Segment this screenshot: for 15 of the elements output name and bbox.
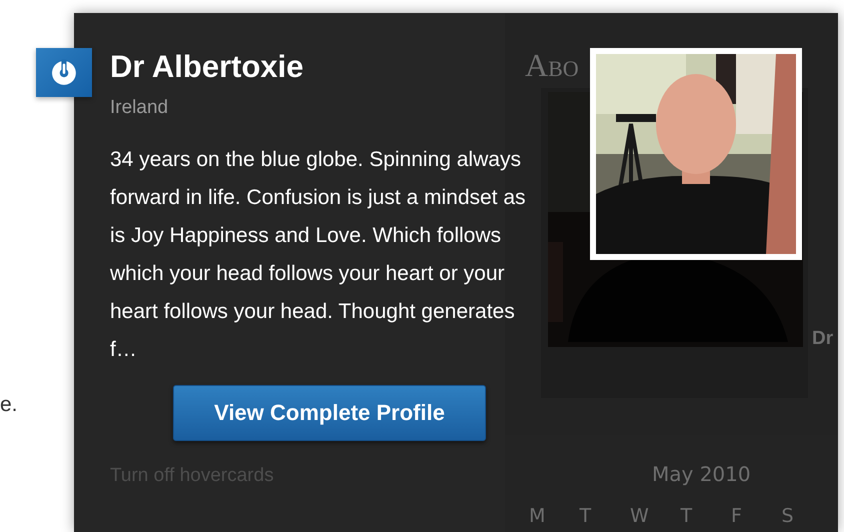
view-profile-button[interactable]: View Complete Profile: [173, 385, 486, 441]
profile-name: Dr Albertoxie: [110, 49, 304, 85]
weekday-label: T: [580, 505, 592, 527]
author-name: Dr: [812, 328, 834, 350]
profile-bio: 34 years on the blue globe. Spinning always forward in life. Confusion is just a mindset as is Joy Happiness and Love. Which follows which your head follows your heart or your heart follows your head. Thought generates f…: [110, 147, 527, 363]
weekday-label: F: [731, 505, 743, 527]
calendar-title: May 2010: [652, 462, 751, 486]
weekday-label: T: [680, 505, 694, 527]
weekday-label: W: [630, 505, 650, 527]
weekday-label: M: [529, 505, 546, 527]
profile-location: Ireland: [110, 97, 168, 119]
section-heading: Abo: [525, 47, 579, 84]
power-logo-icon: [36, 48, 92, 97]
page-text: e.: [0, 393, 18, 417]
weekday-label: S: [782, 505, 795, 527]
